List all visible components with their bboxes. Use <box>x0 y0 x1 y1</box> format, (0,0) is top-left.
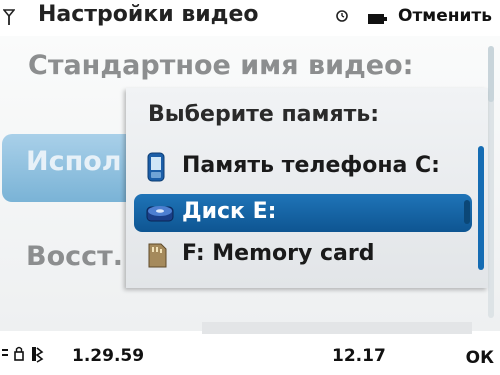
phone-icon <box>146 152 166 186</box>
ok-button[interactable]: ОК <box>466 348 494 368</box>
lock-icon <box>14 346 24 361</box>
option-label: Память телефона C: <box>182 153 440 178</box>
setting-default-video-name[interactable]: Стандартное имя видео: <box>0 44 490 88</box>
option-phone-memory[interactable]: Память телефона C: <box>134 148 472 186</box>
title-bar: Настройки видео Отменить <box>0 0 500 34</box>
option-label: Диск E: <box>182 199 277 224</box>
selection-indicator <box>464 200 470 224</box>
bottom-bar: 1.29.59 12.17 ОК <box>0 334 500 375</box>
bluetooth-icon <box>32 347 44 363</box>
status-icons <box>0 342 56 370</box>
signal-icon <box>2 9 16 29</box>
alarm-icon <box>335 8 351 28</box>
option-disk-e[interactable]: Диск E: <box>134 194 472 232</box>
setting-label: Испол <box>26 146 122 177</box>
setting-label: Стандартное имя видео: <box>28 50 414 81</box>
page-title: Настройки видео <box>38 2 259 27</box>
clock: 12.17 <box>332 346 386 366</box>
dialog-title: Выберите память: <box>148 102 380 127</box>
setting-label: Восст. <box>26 241 124 272</box>
menu-lines-icon <box>2 349 8 356</box>
option-label: F: Memory card <box>182 241 375 266</box>
battery-icon <box>368 10 388 29</box>
cancel-button[interactable]: Отменить <box>398 6 492 26</box>
list-scrollbar-thumb[interactable] <box>488 46 494 102</box>
elapsed-time: 1.29.59 <box>72 346 145 366</box>
dialog-scrollbar[interactable] <box>478 146 484 270</box>
option-memory-card[interactable]: F: Memory card <box>134 236 472 274</box>
disk-icon <box>146 198 174 232</box>
memory-card-icon <box>146 240 168 274</box>
memory-select-dialog: Выберите память: Память телефона C: Диск… <box>126 88 488 288</box>
